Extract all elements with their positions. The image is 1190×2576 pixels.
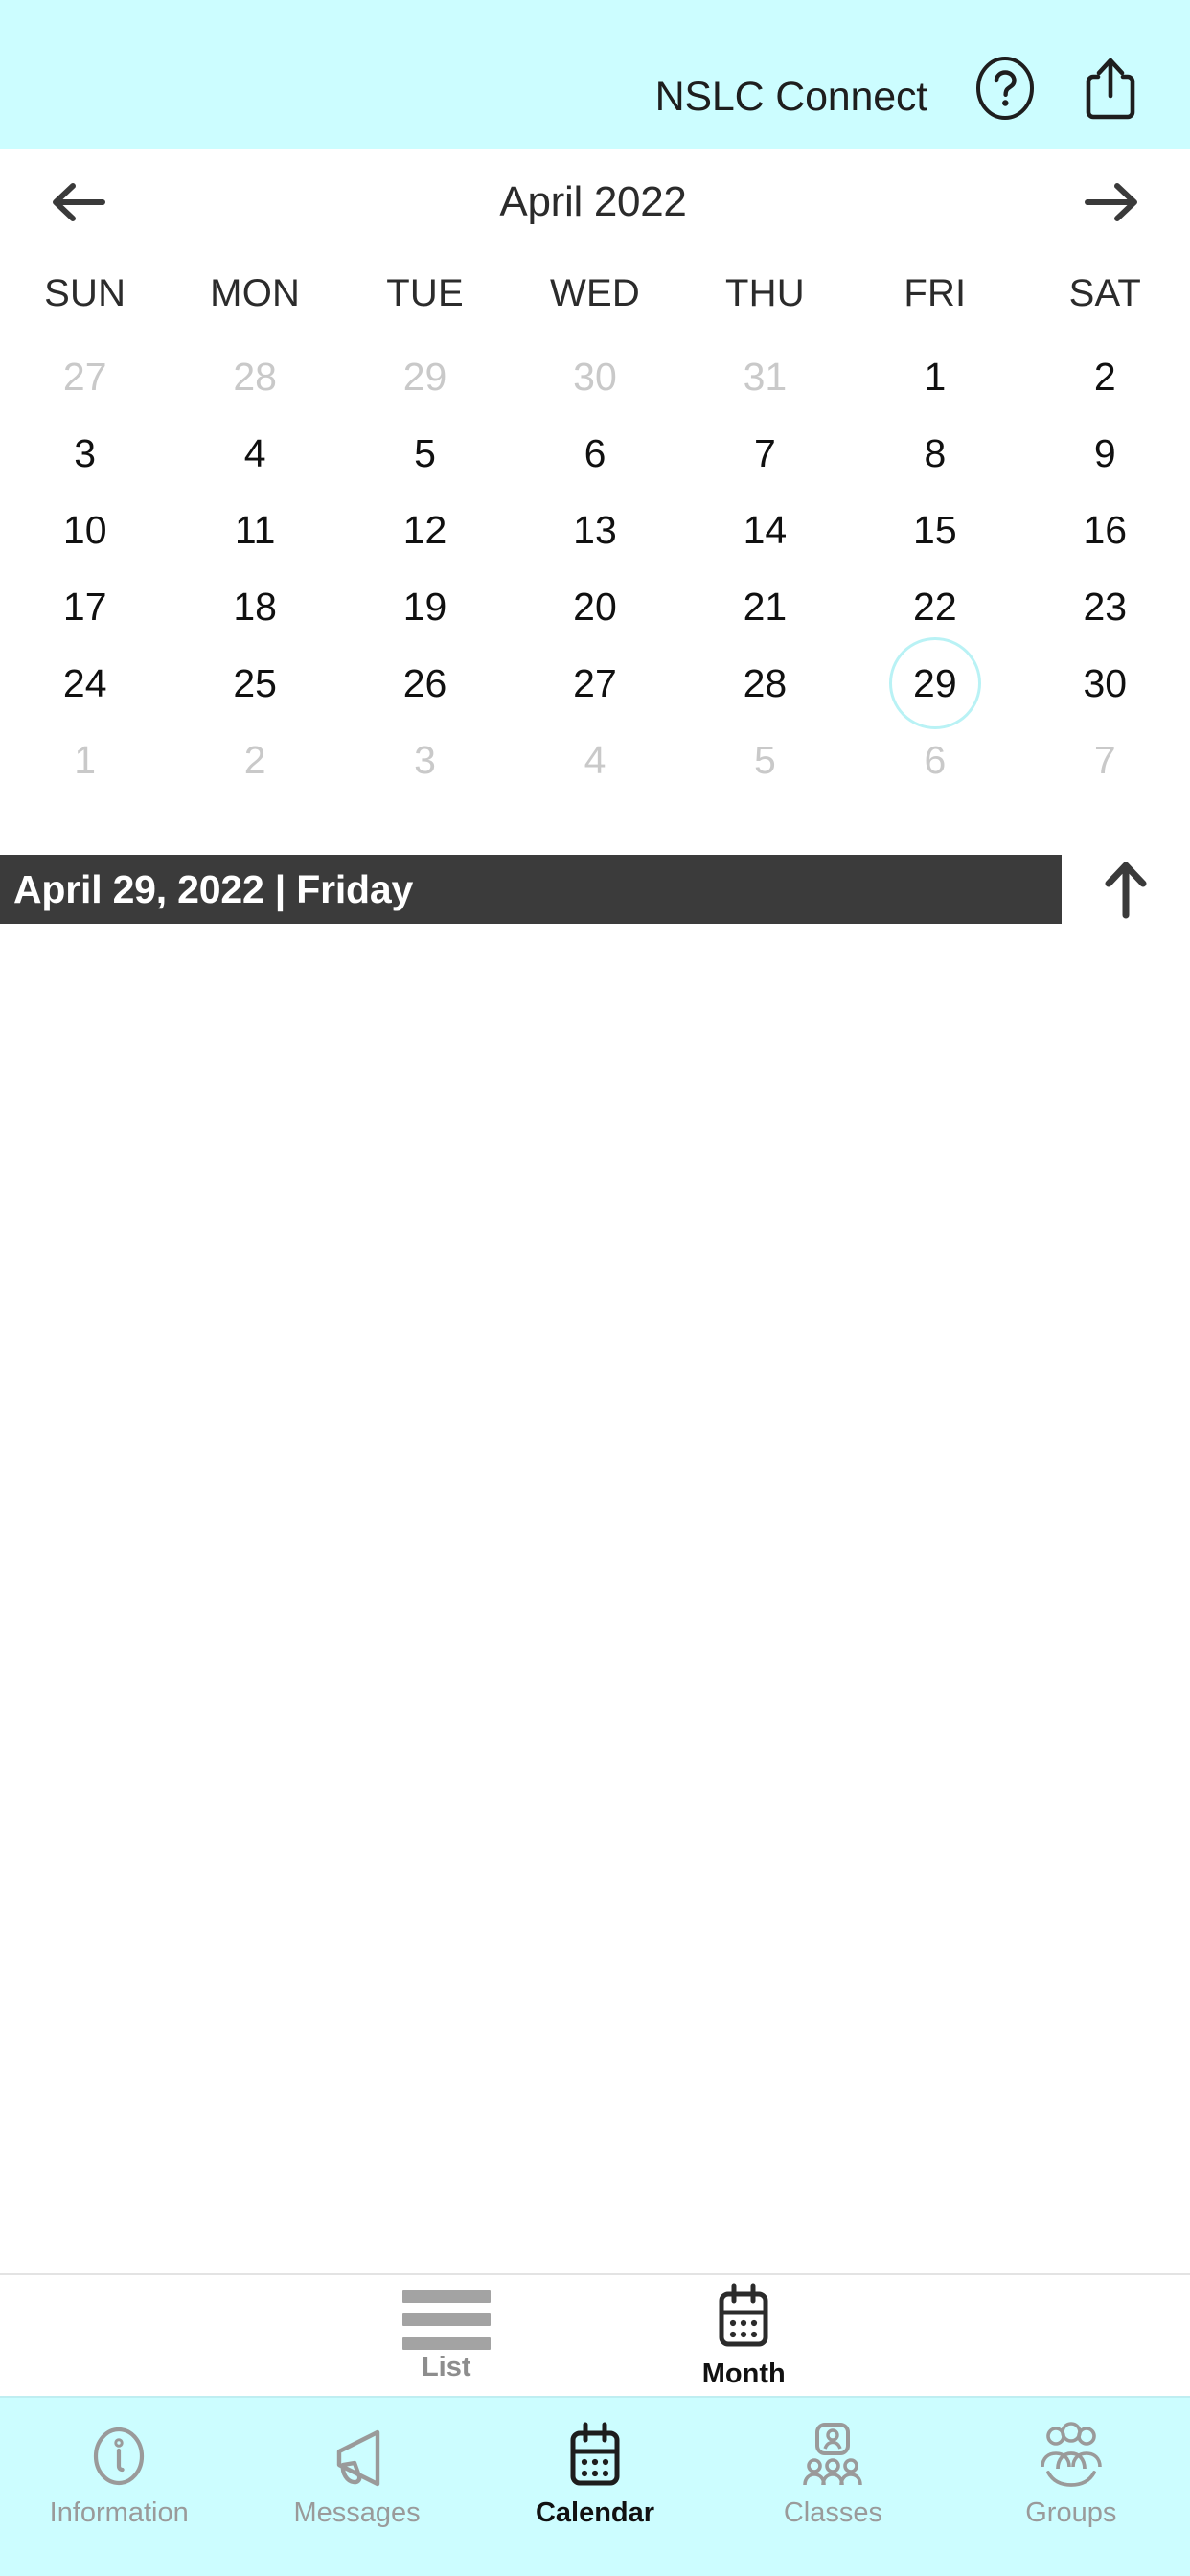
app-header: NSLC Connect <box>0 0 1190 149</box>
day-cell[interactable]: 16 <box>1020 492 1190 568</box>
app-title: NSLC Connect <box>654 74 928 120</box>
day-cell[interactable]: 27 <box>0 338 170 415</box>
groups-icon <box>1032 2419 1110 2494</box>
calendar-day-grid[interactable]: 27 28 29 30 31 1 2 3 4 5 6 7 8 9 10 11 12 13 14 15 16 17 18 19 2… <box>0 338 1190 798</box>
day-cell[interactable]: 5 <box>680 722 850 798</box>
day-cell[interactable]: 4 <box>170 415 339 492</box>
app-screen: NSLC Connect April 2022 SUN MON TUE WED … <box>0 0 1190 2576</box>
day-cell[interactable]: 7 <box>680 415 850 492</box>
tab-calendar-label: Calendar <box>535 2497 655 2528</box>
selected-date-row: April 29, 2022 | Friday <box>0 837 1190 942</box>
calendar-icon <box>556 2419 634 2494</box>
info-circle-icon <box>80 2419 158 2494</box>
day-cell[interactable]: 3 <box>0 415 170 492</box>
weekday-header: SUN MON TUE WED THU FRI SAT <box>0 256 1190 331</box>
day-cell[interactable]: 13 <box>510 492 679 568</box>
day-cell[interactable]: 22 <box>850 568 1019 645</box>
weekday-fri: FRI <box>904 271 967 314</box>
day-cell[interactable]: 6 <box>510 415 679 492</box>
day-cell[interactable]: 2 <box>1020 338 1190 415</box>
day-cell[interactable]: 28 <box>170 338 339 415</box>
tab-classes-label: Classes <box>783 2497 882 2528</box>
day-number: 3 <box>414 737 436 782</box>
day-cell[interactable]: 3 <box>340 722 510 798</box>
view-toggle-month[interactable]: Month <box>595 2283 893 2388</box>
day-cell-selected[interactable]: 29 <box>850 637 1019 729</box>
tab-groups-label: Groups <box>1025 2497 1117 2528</box>
day-cell[interactable]: 4 <box>510 722 679 798</box>
day-number: 7 <box>1093 737 1116 782</box>
events-list-area <box>0 942 1190 2273</box>
tab-classes[interactable]: Classes <box>714 2419 951 2527</box>
day-cell[interactable]: 8 <box>850 415 1019 492</box>
month-navigation: April 2022 <box>0 149 1190 256</box>
day-cell[interactable]: 31 <box>680 338 850 415</box>
day-number: 1 <box>74 737 97 782</box>
weekday-wed: WED <box>550 271 640 314</box>
view-toggle-list-label: List <box>421 2351 471 2382</box>
month-title: April 2022 <box>499 178 687 225</box>
tab-information-label: Information <box>49 2497 189 2528</box>
day-number: 6 <box>924 737 947 782</box>
day-cell[interactable]: 9 <box>1020 415 1190 492</box>
day-cell[interactable]: 29 <box>340 338 510 415</box>
megaphone-icon <box>318 2419 397 2494</box>
day-cell[interactable]: 19 <box>340 568 510 645</box>
list-icon <box>401 2289 491 2350</box>
day-cell[interactable]: 12 <box>340 492 510 568</box>
next-month-button[interactable] <box>1077 168 1146 237</box>
classes-icon <box>793 2419 872 2494</box>
day-cell[interactable]: 30 <box>1020 645 1190 722</box>
day-cell[interactable]: 6 <box>850 722 1019 798</box>
day-cell[interactable]: 23 <box>1020 568 1190 645</box>
day-cell[interactable]: 7 <box>1020 722 1190 798</box>
collapse-panel-button[interactable] <box>1062 858 1190 921</box>
bottom-tab-bar: Information Messages Calendar Classes Gr… <box>0 2396 1190 2576</box>
tab-calendar[interactable]: Calendar <box>476 2419 714 2527</box>
day-cell[interactable]: 20 <box>510 568 679 645</box>
day-cell[interactable]: 1 <box>850 338 1019 415</box>
weekday-sun: SUN <box>44 271 126 314</box>
tab-messages[interactable]: Messages <box>238 2419 475 2527</box>
day-cell[interactable]: 14 <box>680 492 850 568</box>
day-cell[interactable]: 2 <box>170 722 339 798</box>
day-cell[interactable]: 17 <box>0 568 170 645</box>
day-cell[interactable]: 25 <box>170 645 339 722</box>
day-cell[interactable]: 24 <box>0 645 170 722</box>
weekday-thu: THU <box>725 271 805 314</box>
selected-date-bar[interactable]: April 29, 2022 | Friday <box>0 855 1062 924</box>
view-toggle-month-label: Month <box>701 2358 786 2389</box>
day-cell[interactable]: 28 <box>680 645 850 722</box>
arrow-up-icon <box>1105 862 1147 919</box>
day-number: 4 <box>584 737 606 782</box>
day-cell[interactable]: 1 <box>0 722 170 798</box>
share-icon[interactable] <box>1075 53 1146 124</box>
day-cell[interactable]: 21 <box>680 568 850 645</box>
tab-messages-label: Messages <box>293 2497 421 2528</box>
day-cell[interactable]: 18 <box>170 568 339 645</box>
day-cell[interactable]: 5 <box>340 415 510 492</box>
tab-groups[interactable]: Groups <box>952 2419 1190 2527</box>
prev-month-button[interactable] <box>44 168 113 237</box>
weekday-sat: SAT <box>1068 271 1141 314</box>
view-toggle: List Month <box>0 2273 1190 2396</box>
day-cell[interactable]: 15 <box>850 492 1019 568</box>
day-cell[interactable]: 27 <box>510 645 679 722</box>
day-cell[interactable]: 30 <box>510 338 679 415</box>
weekday-mon: MON <box>210 271 301 314</box>
day-number: 5 <box>754 737 776 782</box>
help-icon[interactable] <box>970 53 1041 124</box>
day-cell[interactable]: 11 <box>170 492 339 568</box>
calendar-icon <box>714 2283 773 2357</box>
view-toggle-list[interactable]: List <box>298 2289 596 2382</box>
day-number: 2 <box>243 737 266 782</box>
day-cell[interactable]: 10 <box>0 492 170 568</box>
weekday-tue: TUE <box>386 271 464 314</box>
tab-information[interactable]: Information <box>0 2419 238 2527</box>
day-cell[interactable]: 26 <box>340 645 510 722</box>
